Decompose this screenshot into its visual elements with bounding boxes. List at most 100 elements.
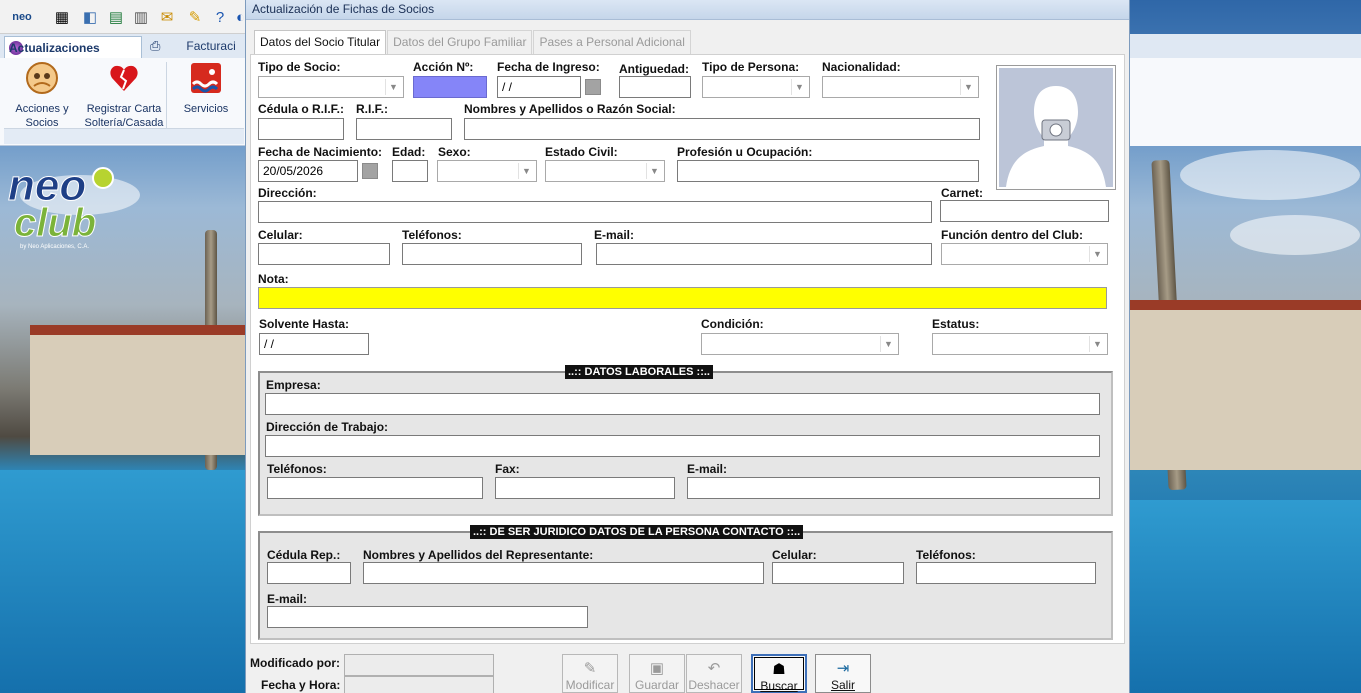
deshacer-button[interactable]: ↶ Deshacer [686, 654, 742, 693]
tennis-ball-icon [92, 167, 114, 189]
fecha-nacimiento-label: Fecha de Nacimiento: [258, 145, 383, 159]
ribbon-label: Servicios [183, 103, 229, 115]
telefonos-trabajo-field[interactable] [267, 477, 483, 499]
estatus-select[interactable]: ▼ [932, 333, 1108, 355]
modificado-label: Modificado por: [250, 656, 340, 670]
button-label: Deshacer [688, 678, 740, 692]
calendar-icon[interactable] [585, 79, 601, 95]
ribbon-label: Acciones y [15, 103, 69, 115]
buscar-button[interactable]: ☗ Buscar [751, 654, 807, 693]
acciones-socios-button[interactable]: Acciones y Socios [8, 62, 76, 130]
cedula-rep-field[interactable] [267, 562, 351, 584]
fecha-nacimiento-field[interactable]: 20/05/2026 [258, 160, 358, 182]
excel-icon[interactable]: ▤ [106, 7, 126, 27]
profesion-field[interactable] [677, 160, 979, 182]
direccion-trabajo-label: Dirección de Trabajo: [266, 420, 389, 434]
nota-field[interactable] [258, 287, 1107, 309]
chevron-down-icon: ▼ [1089, 246, 1105, 262]
guardar-button[interactable]: ▣ Guardar [629, 654, 685, 693]
chevron-down-icon: ▼ [646, 163, 662, 179]
socio-titular-page: Tipo de Socio: ▼ Acción Nº: Fecha de Ing… [250, 54, 1125, 644]
telefonos-rep-field[interactable] [916, 562, 1096, 584]
antiguedad-label: Antiguedad: [619, 62, 689, 76]
tab-facturacion[interactable]: ⎙ Facturaci [150, 38, 236, 54]
fecha-ingreso-label: Fecha de Ingreso: [497, 60, 600, 74]
email-rep-field[interactable] [267, 606, 588, 628]
nombres-rep-field[interactable] [363, 562, 764, 584]
solvente-field[interactable]: / / [259, 333, 369, 355]
calendar-icon[interactable] [362, 163, 378, 179]
chevron-down-icon: ▼ [385, 79, 401, 95]
nombres-field[interactable] [464, 118, 980, 140]
document-icon[interactable]: ◧ [80, 7, 100, 27]
tab-label: Actualizaciones [9, 40, 100, 55]
fecha-hora-field [344, 676, 494, 693]
empresa-field[interactable] [265, 393, 1100, 415]
condicion-select[interactable]: ▼ [701, 333, 899, 355]
carnet-field[interactable] [940, 200, 1109, 222]
globe-icon[interactable]: ◐ [236, 7, 245, 27]
fax-label: Fax: [495, 462, 520, 476]
rif-label: R.I.F.: [356, 102, 388, 116]
direccion-trabajo-field[interactable] [265, 435, 1100, 457]
email-field[interactable] [596, 243, 932, 265]
tipo-persona-label: Tipo de Persona: [702, 60, 800, 74]
chevron-down-icon: ▼ [791, 79, 807, 95]
tab-pases-personal[interactable]: Pases a Personal Adicional [533, 30, 691, 54]
edit-icon: ✎ [583, 660, 597, 677]
binoculars-icon: ☗ [772, 661, 786, 678]
nota-label: Nota: [258, 272, 289, 286]
celular-field[interactable] [258, 243, 390, 265]
telefonos-field[interactable] [402, 243, 582, 265]
celular-rep-field[interactable] [772, 562, 904, 584]
email-trabajo-field[interactable] [687, 477, 1100, 499]
neo-club-icon[interactable]: neo [6, 7, 38, 27]
funcion-select[interactable]: ▼ [941, 243, 1108, 265]
edad-label: Edad: [392, 145, 426, 159]
direccion-label: Dirección: [258, 186, 317, 200]
tipo-persona-select[interactable]: ▼ [702, 76, 810, 98]
direccion-field[interactable] [258, 201, 932, 223]
estado-civil-select[interactable]: ▼ [545, 160, 665, 182]
ribbon-label: Registrar Carta [86, 103, 162, 115]
cedula-label: Cédula o R.I.F.: [258, 102, 345, 116]
tipo-socio-label: Tipo de Socio: [258, 60, 341, 74]
edad-field[interactable] [392, 160, 428, 182]
modificado-field [344, 654, 494, 676]
accion-label: Acción Nº: [413, 60, 474, 74]
profesion-label: Profesión u Ocupación: [677, 145, 813, 159]
save-icon: ▣ [649, 660, 665, 677]
sexo-select[interactable]: ▼ [437, 160, 537, 182]
broken-heart-icon [110, 65, 138, 91]
calculator-icon[interactable]: ▦ [52, 7, 72, 27]
salir-button[interactable]: ⇥ Salir [815, 654, 871, 693]
fecha-ingreso-field[interactable]: / / [497, 76, 581, 98]
notepad-icon[interactable]: ▥ [131, 7, 151, 27]
logo-tagline: by Neo Aplicaciones, C.A. [20, 244, 89, 250]
chevron-down-icon: ▼ [518, 163, 534, 179]
tipo-socio-select[interactable]: ▼ [258, 76, 404, 98]
registrar-carta-button[interactable]: Registrar Carta Soltería/Casada [84, 62, 164, 130]
nacionalidad-select[interactable]: ▼ [822, 76, 979, 98]
pencil-icon[interactable]: ✎ [185, 7, 205, 27]
socio-photo[interactable] [996, 65, 1116, 190]
fax-field[interactable] [495, 477, 675, 499]
help-icon[interactable]: ? [210, 7, 230, 27]
nombres-label: Nombres y Apellidos o Razón Social: [464, 102, 676, 116]
button-label: Guardar [634, 678, 680, 692]
mail-icon[interactable]: ✉ [157, 7, 177, 27]
modificar-button[interactable]: ✎ Modificar [562, 654, 618, 693]
tab-actualizaciones[interactable]: Actualizaciones [4, 36, 142, 58]
cedula-field[interactable] [258, 118, 344, 140]
servicios-button[interactable]: Servicios [176, 62, 236, 116]
tab-socio-titular[interactable]: Datos del Socio Titular [254, 30, 387, 55]
fecha-hora-label: Fecha y Hora: [261, 678, 341, 692]
estatus-label: Estatus: [932, 317, 980, 331]
antiguedad-field[interactable] [619, 76, 691, 98]
nacionalidad-label: Nacionalidad: [822, 60, 901, 74]
rif-field[interactable] [356, 118, 452, 140]
accion-field[interactable] [413, 76, 487, 98]
dialog-title: Actualización de Fichas de Socios [246, 0, 1129, 20]
tab-grupo-familiar[interactable]: Datos del Grupo Familiar [387, 30, 533, 54]
tab-label: Facturaci [186, 39, 236, 53]
